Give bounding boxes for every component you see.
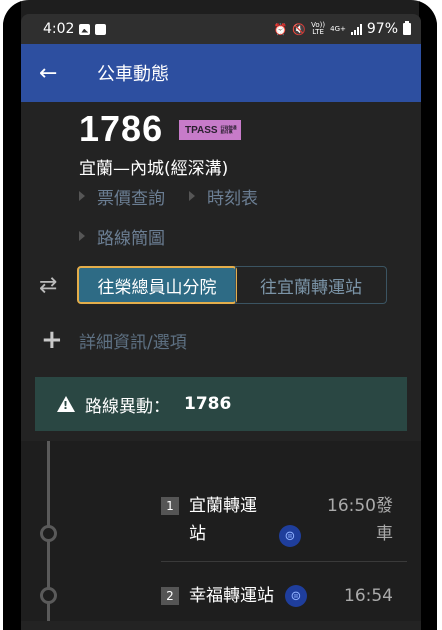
signal-bars-icon xyxy=(350,23,362,35)
battery-percent: 97% xyxy=(366,21,398,37)
stop-list: 1 宜蘭轉運 站 ⊜ 16:50發 車 2 幸福轉運站 ⊜ 16:54 xyxy=(21,441,421,621)
tpass-label: TPASS xyxy=(185,124,218,136)
expand-triangle-icon xyxy=(79,191,85,201)
gallery-notification-icon xyxy=(79,23,91,35)
stop-node xyxy=(40,587,57,604)
stop-name[interactable]: 宜蘭轉運 站 xyxy=(189,492,257,548)
direction-toggle: ⇄ 往榮總員山分院 往宜蘭轉運站 xyxy=(21,259,421,311)
alarm-icon: ⏰ xyxy=(273,22,288,36)
route-map-link-label: 路線簡圖 xyxy=(97,228,165,249)
mute-icon: 🔇 xyxy=(292,22,307,36)
stop-name-line: 宜蘭轉運 xyxy=(189,496,257,516)
phone-bezel-left xyxy=(3,0,21,630)
route-map-link[interactable]: 路線簡圖 xyxy=(79,224,165,249)
route-header: 1786 TPASS 行政院通勤月票 宜蘭—內城(經深溝) xyxy=(21,102,421,179)
page-title: 公車動態 xyxy=(97,64,169,85)
details-options-label: 詳細資訊/選項 xyxy=(79,332,187,353)
stop-number: 2 xyxy=(161,587,179,605)
screen: 4:02 ⏰ 🔇 Vo)) LTE 4G+ 97% ← 公車動態 1786 TP… xyxy=(21,14,421,630)
stop-name[interactable]: 幸福轉運站 xyxy=(189,582,274,610)
stop-node xyxy=(40,525,57,542)
timetable-link-label: 時刻表 xyxy=(207,188,258,209)
route-change-notice[interactable]: 路線異動： 1786 xyxy=(35,377,407,431)
phone-bezel-right xyxy=(419,0,437,630)
volte-indicator: Vo)) LTE xyxy=(311,21,326,36)
route-number: 1786 xyxy=(79,108,164,149)
stop-divider xyxy=(161,561,407,562)
details-options-row[interactable]: + 詳細資訊/選項 xyxy=(21,316,421,364)
network-indicator: 4G+ xyxy=(330,24,346,33)
direction-inbound-button[interactable]: 往宜蘭轉運站 xyxy=(235,266,387,304)
stop-name-line: 站 xyxy=(189,524,206,544)
fare-link[interactable]: 票價查詢 xyxy=(79,184,165,209)
tpass-sublabel: 行政院通勤月票 xyxy=(220,125,237,134)
direction-outbound-button[interactable]: 往榮總員山分院 xyxy=(77,266,237,304)
route-links: 票價查詢 時刻表 路線簡圖 xyxy=(21,176,421,256)
stop-number: 1 xyxy=(161,497,179,515)
stop-time: 16:50發 車 xyxy=(313,492,393,548)
swap-direction-icon[interactable]: ⇄ xyxy=(39,273,77,298)
route-name: 宜蘭—內城(經深溝) xyxy=(79,159,229,179)
stop-time-line: 16:50發 xyxy=(327,496,393,516)
plus-icon: + xyxy=(41,325,63,355)
warning-icon xyxy=(57,396,75,412)
stop-time-line: 車 xyxy=(376,524,393,544)
tpass-badge: TPASS 行政院通勤月票 xyxy=(179,120,241,140)
taiwan-railway-icon: ⊜ xyxy=(279,525,301,547)
back-arrow-icon[interactable]: ← xyxy=(39,61,79,86)
fare-link-label: 票價查詢 xyxy=(97,188,165,209)
stop-time: 16:54 xyxy=(344,586,393,606)
notice-route-number: 1786 xyxy=(184,394,232,414)
taiwan-railway-icon: ⊜ xyxy=(285,585,307,607)
app-bar: ← 公車動態 xyxy=(21,44,421,102)
battery-icon xyxy=(403,21,411,35)
app-notification-icon xyxy=(95,23,107,35)
expand-triangle-icon xyxy=(79,231,85,241)
notice-label: 路線異動： xyxy=(85,396,170,417)
expand-triangle-icon xyxy=(189,191,195,201)
phone-frame: 4:02 ⏰ 🔇 Vo)) LTE 4G+ 97% ← 公車動態 1786 TP… xyxy=(3,0,437,630)
timetable-link[interactable]: 時刻表 xyxy=(189,184,258,209)
status-bar: 4:02 ⏰ 🔇 Vo)) LTE 4G+ 97% xyxy=(21,14,421,44)
status-time: 4:02 xyxy=(43,21,75,37)
